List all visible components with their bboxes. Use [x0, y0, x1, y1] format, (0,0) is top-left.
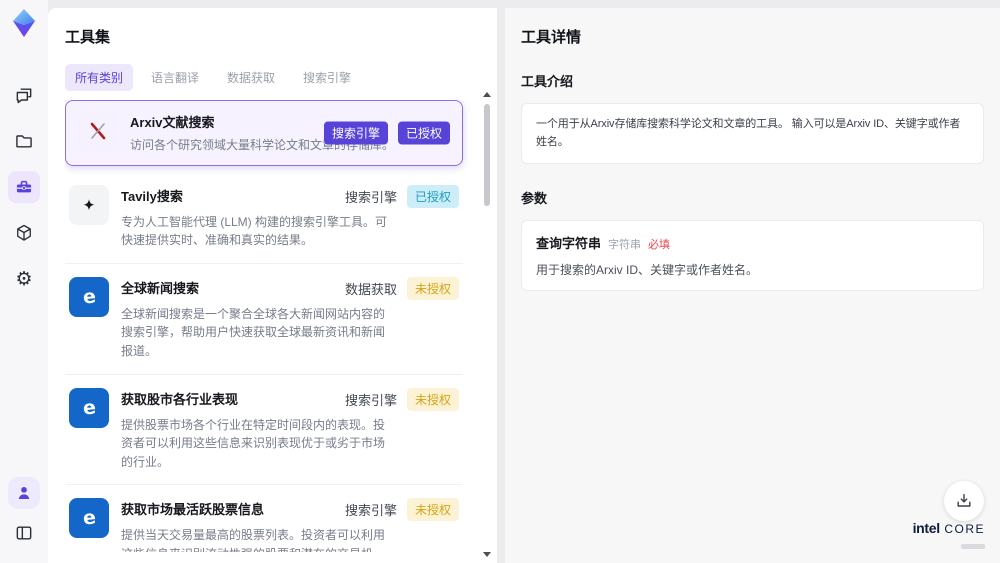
toolbox-icon [16, 180, 32, 193]
sidebar-item-packages[interactable] [8, 217, 40, 249]
category-label: 搜索引擎 [344, 503, 397, 519]
param-description: 用于搜索的Arxiv ID、关键字或作者姓名。 [536, 263, 759, 278]
tool-description: 全球新闻搜索是一个聚合全球各大新闻网站内容的搜索引擎，帮助用户快速获取全球最新资… [121, 306, 386, 358]
scrollbar-thumb[interactable] [484, 104, 490, 206]
tavily-sparkle-icon [69, 184, 109, 225]
tab-language-translation[interactable]: 语言翻译 [141, 64, 209, 91]
category-tabs: 所有类别 语言翻译 数据获取 搜索引擎 [65, 64, 481, 91]
auth-status-badge: 已授权 [397, 121, 450, 145]
panel-toggle-icon [16, 526, 32, 540]
param-name: 查询字符串 [536, 236, 602, 252]
param-required-flag: 必填 [648, 239, 671, 252]
gem-logo-icon [13, 9, 35, 37]
folder-icon [16, 135, 32, 148]
tool-card-most-active-stocks[interactable]: e 获取市场最活跃股票信息 搜索引擎 未授权 提供当天交易量最高的股票列表。投资… [65, 485, 463, 552]
download-icon [957, 494, 971, 507]
tool-name: 获取股市各行业表现 [121, 391, 239, 407]
app-logo [8, 7, 40, 39]
tools-panel: 工具集 所有类别 语言翻译 数据获取 搜索引擎 Arxiv文献搜索 搜索引擎 已… [48, 8, 497, 563]
category-badge: 搜索引擎 [323, 121, 388, 145]
category-label: 搜索引擎 [344, 189, 397, 205]
intro-heading: 工具介绍 [521, 74, 574, 89]
news-app-icon: e [69, 276, 109, 317]
tool-intro-text: 一个用于从Arxiv存储库搜索科学论文和文章的工具。 输入可以是Arxiv ID… [536, 118, 961, 148]
tool-name: 获取市场最活跃股票信息 [121, 502, 265, 518]
user-icon [18, 487, 30, 499]
cube-icon [17, 224, 31, 241]
tab-data-fetch[interactable]: 数据获取 [217, 64, 285, 91]
intel-core-sub-badge [961, 544, 985, 549]
news-app-icon: e [69, 387, 109, 428]
tab-search-engine[interactable]: 搜索引擎 [293, 64, 361, 91]
auth-status-badge: 未授权 [406, 498, 459, 522]
tool-card-tavily[interactable]: Tavily搜索 搜索引擎 已授权 专为人工智能代理 (LLM) 构建的搜索引擎… [65, 172, 463, 264]
category-label: 数据获取 [344, 281, 397, 297]
core-brand-text: CORE [944, 522, 985, 536]
news-app-icon: e [69, 498, 109, 539]
auth-status-badge: 已授权 [406, 184, 459, 208]
tab-all-categories[interactable]: 所有类别 [65, 64, 134, 91]
tool-card-arxiv[interactable]: Arxiv文献搜索 搜索引擎 已授权 访问各个研究领域大量科学论文和文章的存储库… [65, 100, 463, 166]
arxiv-logo-icon [78, 111, 118, 151]
tool-name: Arxiv文献搜索 [130, 115, 215, 130]
tool-intro-box: 一个用于从Arxiv存储库搜索科学论文和文章的工具。 输入可以是Arxiv ID… [521, 103, 984, 165]
tool-description: 提供当天交易量最高的股票列表。投资者可以利用这些信息来识别流动性强的股票和潜在的… [121, 528, 386, 552]
sidebar-item-chat[interactable] [8, 79, 40, 111]
params-heading: 参数 [521, 191, 548, 207]
panel-toggle-button[interactable] [8, 517, 40, 549]
user-avatar-button[interactable] [8, 477, 40, 509]
sidebar: ⚙ [0, 0, 48, 563]
intel-brand-text: intel [912, 520, 941, 536]
tool-name: Tavily搜索 [121, 188, 183, 204]
sidebar-item-tools[interactable] [8, 171, 40, 203]
auth-status-badge: 未授权 [406, 387, 459, 411]
chat-icon [16, 88, 32, 104]
tool-card-sector-performance[interactable]: e 获取股市各行业表现 搜索引擎 未授权 提供股票市场各个行业在特定时间段内的表… [65, 375, 463, 486]
tool-detail-panel: 工具详情 工具介绍 一个用于从Arxiv存储库搜索科学论文和文章的工具。 输入可… [505, 8, 1000, 563]
parameter-box: 查询字符串 字符串 必填 用于搜索的Arxiv ID、关键字或作者姓名。 [521, 220, 984, 292]
tool-description: 提供股票市场各个行业在特定时间段内的表现。投资者可以利用这些信息来识别表现优于或… [121, 417, 386, 469]
sidebar-bottom [8, 477, 40, 549]
intel-core-logo: intel CORE [913, 521, 985, 553]
sidebar-item-files[interactable] [8, 125, 40, 157]
auth-status-badge: 未授权 [406, 276, 459, 300]
gear-icon: ⚙ [15, 267, 33, 290]
page-title: 工具集 [65, 29, 111, 46]
tool-description: 专为人工智能代理 (LLM) 构建的搜索引擎工具。可快速提供实时、准确和真实的结… [121, 214, 388, 248]
scroll-down-arrow[interactable] [483, 552, 491, 557]
param-type: 字符串 [608, 239, 642, 252]
scroll-up-arrow[interactable] [483, 92, 491, 97]
sidebar-item-settings[interactable]: ⚙ [8, 263, 40, 295]
download-button[interactable] [944, 481, 984, 521]
tool-card-global-news[interactable]: e 全球新闻搜索 数据获取 未授权 全球新闻搜索是一个聚合全球各大新闻网站内容的… [65, 264, 463, 375]
tool-name: 全球新闻搜索 [121, 280, 200, 296]
category-label: 搜索引擎 [344, 392, 397, 408]
detail-title: 工具详情 [521, 29, 582, 46]
scrollbar[interactable] [482, 92, 492, 557]
tool-list: Arxiv文献搜索 搜索引擎 已授权 访问各个研究领域大量科学论文和文章的存储库… [65, 100, 481, 552]
